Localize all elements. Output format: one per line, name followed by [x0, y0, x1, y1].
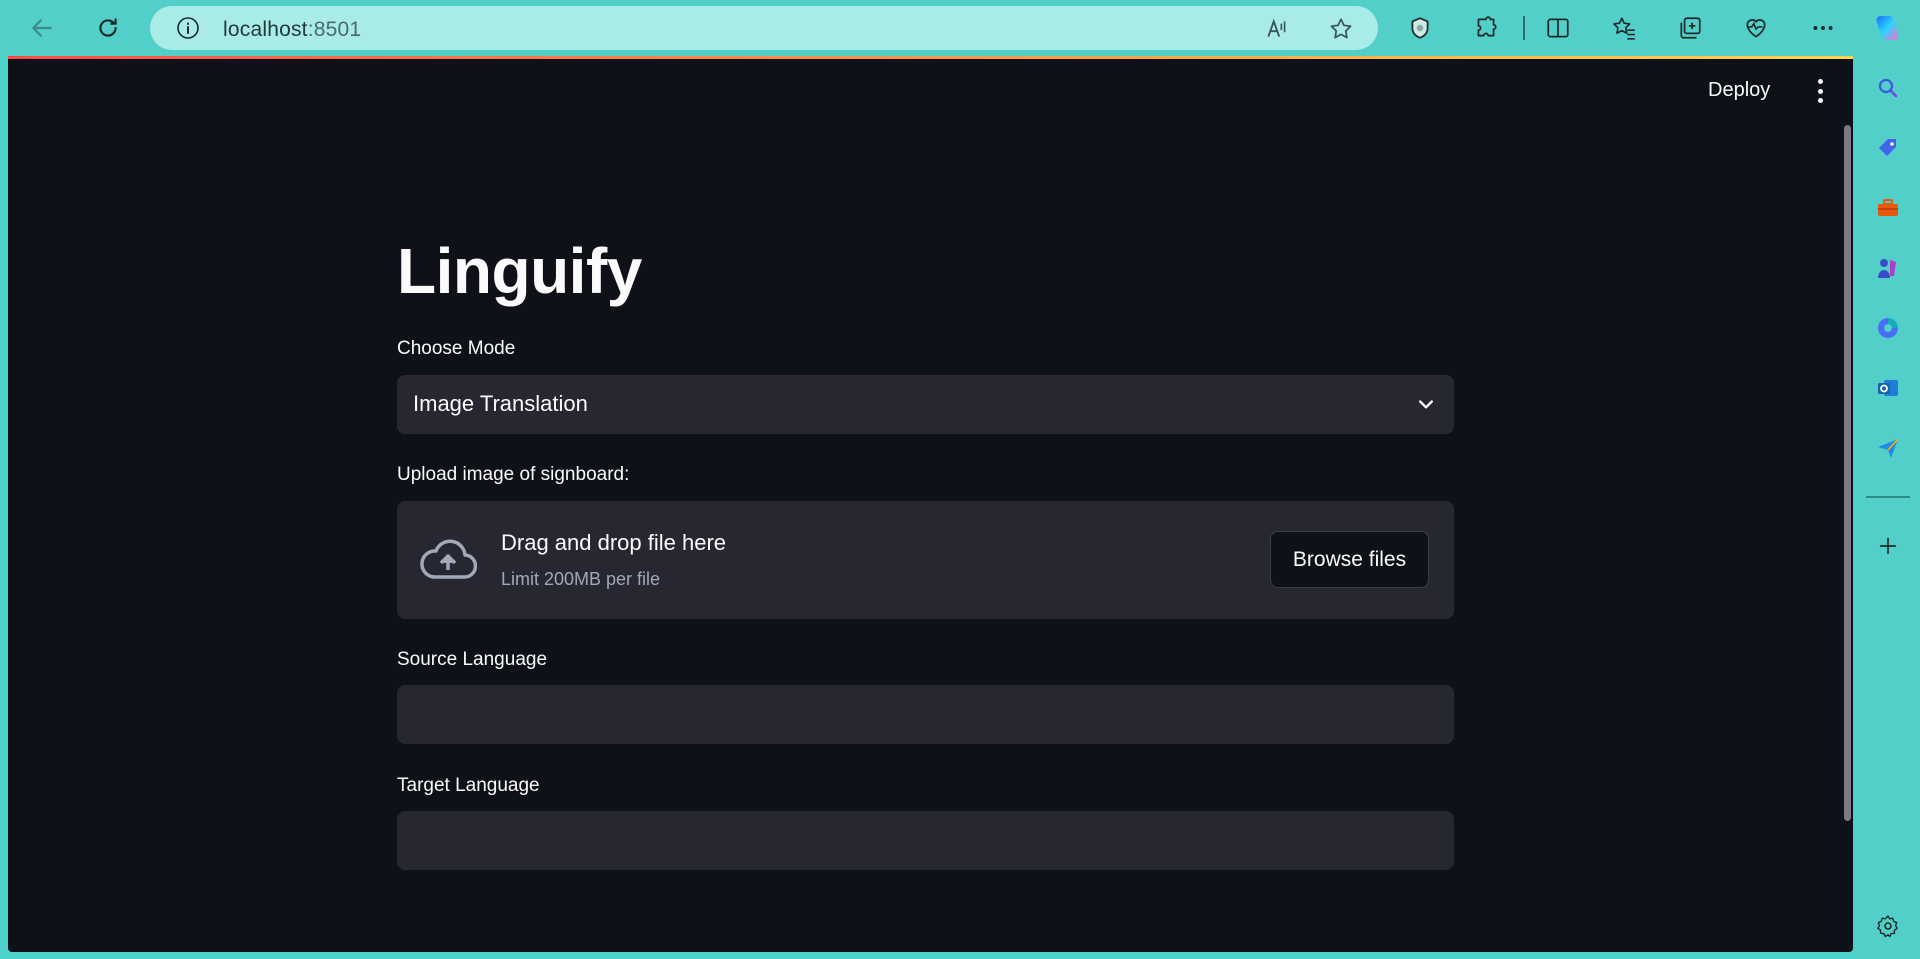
- settings-icon[interactable]: [1870, 908, 1906, 944]
- refresh-icon: [99, 18, 117, 37]
- page-title: Linguify: [397, 235, 642, 307]
- cloud-upload-icon: [419, 537, 478, 586]
- url-text[interactable]: localhost:8501: [223, 18, 361, 42]
- shield-icon[interactable]: [1402, 10, 1438, 46]
- target-language-input[interactable]: [397, 811, 1454, 870]
- games-icon[interactable]: [1870, 250, 1906, 286]
- browser-toolbar: localhost:8501: [0, 0, 1920, 56]
- target-language-label: Target Language: [397, 775, 540, 796]
- address-bar[interactable]: localhost:8501: [150, 6, 1378, 50]
- url-host: localhost: [223, 18, 308, 41]
- copilot-app-icon[interactable]: [1870, 310, 1906, 346]
- url-port: :8501: [307, 18, 362, 41]
- mode-label: Choose Mode: [397, 338, 516, 359]
- toolbox-icon[interactable]: [1870, 190, 1906, 226]
- more-icon[interactable]: [1805, 10, 1841, 46]
- info-icon[interactable]: [176, 16, 200, 45]
- edge-sidebar: [1856, 56, 1920, 959]
- read-aloud-icon[interactable]: [1264, 16, 1290, 47]
- outlook-icon[interactable]: [1870, 370, 1906, 406]
- file-dropzone[interactable]: Drag and drop file here Limit 200MB per …: [397, 501, 1454, 619]
- main-menu-icon[interactable]: [1810, 79, 1830, 103]
- dropzone-limit: Limit 200MB per file: [501, 569, 661, 589]
- source-language-input[interactable]: [397, 685, 1454, 744]
- send-icon[interactable]: [1870, 430, 1906, 466]
- heart-pulse-icon[interactable]: [1738, 10, 1774, 46]
- scrollbar[interactable]: [1844, 125, 1851, 821]
- mode-selected-value: Image Translation: [413, 391, 588, 416]
- edge-sidebar-divider: [1866, 496, 1910, 498]
- split-screen-icon[interactable]: [1540, 10, 1576, 46]
- puzzle-icon[interactable]: [1468, 10, 1504, 46]
- streamlit-app: Deploy Linguify Choose Mode Image Transl…: [8, 59, 1853, 952]
- collections-icon[interactable]: [1672, 10, 1708, 46]
- back-arrow-icon: [32, 19, 52, 37]
- search-icon[interactable]: [1870, 70, 1906, 106]
- copilot-icon[interactable]: [1868, 10, 1904, 46]
- chevron-down-icon: [1416, 394, 1436, 419]
- browse-files-button[interactable]: Browse files: [1270, 531, 1429, 588]
- star-icon[interactable]: [1328, 16, 1354, 47]
- deploy-button[interactable]: Deploy: [1708, 79, 1770, 102]
- tag-icon[interactable]: [1870, 130, 1906, 166]
- refresh-button[interactable]: [88, 10, 128, 46]
- upload-label: Upload image of signboard:: [397, 464, 630, 485]
- mode-select[interactable]: Image Translation: [397, 375, 1454, 434]
- dropzone-instructions: Drag and drop file here: [501, 530, 727, 555]
- source-language-label: Source Language: [397, 649, 548, 670]
- favorites-icon[interactable]: [1606, 10, 1642, 46]
- add-icon[interactable]: [1870, 528, 1906, 564]
- toolbar-divider: [1523, 16, 1525, 40]
- back-button[interactable]: [22, 10, 62, 46]
